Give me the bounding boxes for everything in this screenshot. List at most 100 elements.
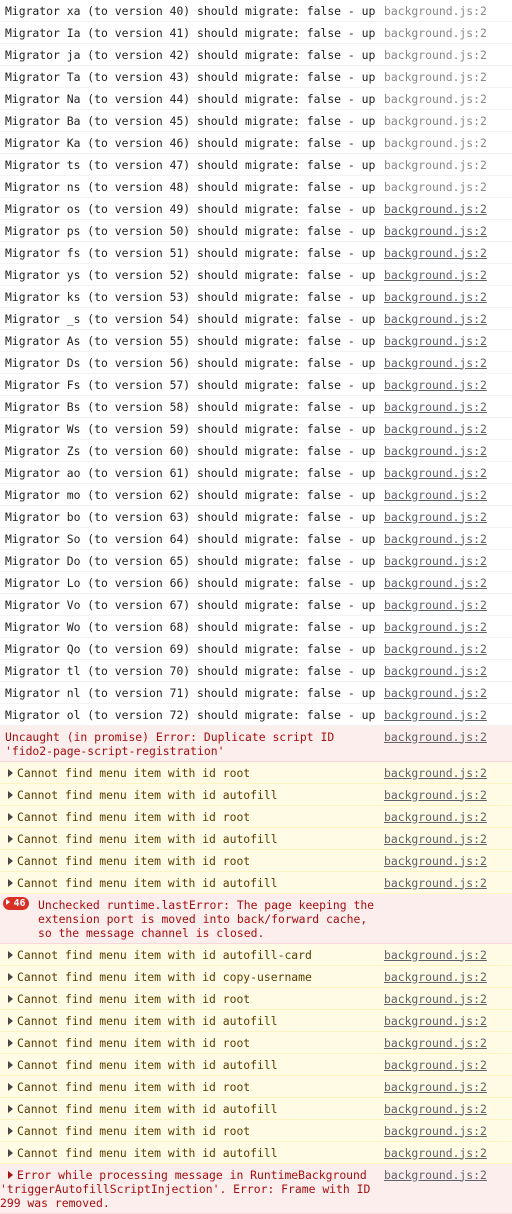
- expand-triangle-icon[interactable]: [8, 856, 13, 865]
- console-message-warning[interactable]: Cannot find menu item with id autofill ba…: [0, 872, 512, 894]
- source-link[interactable]: background.js:2: [384, 708, 487, 722]
- source-link[interactable]: background.js:2: [384, 948, 487, 962]
- message-text: Migrator ol (to version 72) should migra…: [0, 708, 380, 722]
- expand-triangle-icon[interactable]: [8, 1082, 13, 1091]
- expand-triangle-icon[interactable]: [8, 834, 13, 843]
- expand-triangle-icon[interactable]: [8, 812, 13, 821]
- source-link[interactable]: background.js:2: [384, 26, 487, 40]
- source-link[interactable]: background.js:2: [384, 422, 487, 436]
- source-link[interactable]: background.js:2: [384, 532, 487, 546]
- source-link[interactable]: background.js:2: [384, 290, 487, 304]
- source-link[interactable]: background.js:2: [384, 1014, 487, 1028]
- source-link[interactable]: background.js:2: [384, 788, 487, 802]
- console-message-warning[interactable]: Cannot find menu item with id autofill ba…: [0, 784, 512, 806]
- console-message-warning[interactable]: Cannot find menu item with id autofill ba…: [0, 1054, 512, 1076]
- source-link[interactable]: background.js:2: [384, 1102, 487, 1116]
- source-link[interactable]: background.js:2: [384, 832, 487, 846]
- source-link[interactable]: background.js:2: [384, 268, 487, 282]
- expand-triangle-icon[interactable]: [8, 878, 13, 887]
- message-text: Cannot find menu item with id root: [0, 854, 380, 868]
- source-link[interactable]: background.js:2: [384, 1124, 487, 1138]
- console-message-warning[interactable]: Cannot find menu item with id autofill ba…: [0, 828, 512, 850]
- expand-triangle-icon[interactable]: [8, 972, 13, 981]
- source-link[interactable]: background.js:2: [384, 1036, 487, 1050]
- message-text: Error while processing message in Runtim…: [0, 1168, 380, 1210]
- source-link[interactable]: background.js:2: [384, 1168, 487, 1182]
- source-link[interactable]: background.js:2: [384, 510, 487, 524]
- source-link[interactable]: background.js:2: [384, 664, 487, 678]
- console-message-warning[interactable]: Cannot find menu item with id copy-usern…: [0, 966, 512, 988]
- source-link[interactable]: background.js:2: [384, 246, 487, 260]
- expand-triangle-icon[interactable]: [8, 1016, 13, 1025]
- source-link[interactable]: background.js:2: [384, 488, 487, 502]
- console-message-warning[interactable]: Cannot find menu item with id autofill ba…: [0, 1010, 512, 1032]
- message-text: Migrator Ws (to version 59) should migra…: [0, 422, 380, 436]
- source-link[interactable]: background.js:2: [384, 466, 487, 480]
- source-link[interactable]: background.js:2: [384, 400, 487, 414]
- source-link[interactable]: background.js:2: [384, 970, 487, 984]
- message-text: Migrator As (to version 55) should migra…: [0, 334, 380, 348]
- source-link[interactable]: background.js:2: [384, 730, 487, 744]
- expand-triangle-icon[interactable]: [8, 1126, 13, 1135]
- console-message-warning[interactable]: Cannot find menu item with id autofill ba…: [0, 1142, 512, 1164]
- console-message-error[interactable]: Error while processing message in Runtim…: [0, 1164, 512, 1214]
- source-link[interactable]: background.js:2: [384, 992, 487, 1006]
- source-link[interactable]: background.js:2: [384, 576, 487, 590]
- source-link[interactable]: background.js:2: [384, 48, 487, 62]
- source-link[interactable]: background.js:2: [384, 444, 487, 458]
- expand-triangle-icon[interactable]: [8, 1060, 13, 1069]
- console-message-warning[interactable]: Cannot find menu item with id root backgr…: [0, 988, 512, 1010]
- console-message-warning[interactable]: Cannot find menu item with id root backgr…: [0, 762, 512, 784]
- message-body: Cannot find menu item with id autofill: [17, 1101, 278, 1116]
- source-link[interactable]: background.js:2: [384, 312, 487, 326]
- source-link[interactable]: background.js:2: [384, 1080, 487, 1094]
- source-link[interactable]: background.js:2: [384, 554, 487, 568]
- console-message-warning[interactable]: Cannot find menu item with id root backgr…: [0, 1032, 512, 1054]
- source-link[interactable]: background.js:2: [384, 854, 487, 868]
- message-body: Cannot find menu item with id root: [17, 809, 251, 824]
- console-message-warning[interactable]: Cannot find menu item with id autofill ba…: [0, 1098, 512, 1120]
- source-link[interactable]: background.js:2: [384, 202, 487, 216]
- message-body: Cannot find menu item with id root: [17, 1123, 251, 1138]
- source-link[interactable]: background.js:2: [384, 4, 487, 18]
- source-link[interactable]: background.js:2: [384, 1058, 487, 1072]
- source-link[interactable]: background.js:2: [384, 686, 487, 700]
- source-link[interactable]: background.js:2: [384, 158, 487, 172]
- source-link[interactable]: background.js:2: [384, 766, 487, 780]
- message-text: Cannot find menu item with id autofill-c…: [0, 948, 380, 962]
- source-link[interactable]: background.js:2: [384, 70, 487, 84]
- message-text: Cannot find menu item with id root: [0, 766, 380, 780]
- source-link[interactable]: background.js:2: [384, 810, 487, 824]
- source-link[interactable]: background.js:2: [384, 224, 487, 238]
- source-link[interactable]: background.js:2: [384, 876, 487, 890]
- expand-triangle-icon[interactable]: [8, 994, 13, 1003]
- source-link[interactable]: background.js:2: [384, 598, 487, 612]
- console-message-warning[interactable]: Cannot find menu item with id root backgr…: [0, 850, 512, 872]
- source-link[interactable]: background.js:2: [384, 92, 487, 106]
- expand-triangle-icon[interactable]: [8, 768, 13, 777]
- source-link[interactable]: background.js:2: [384, 114, 487, 128]
- source-link[interactable]: background.js:2: [384, 642, 487, 656]
- expand-triangle-icon[interactable]: [8, 950, 13, 959]
- source-link[interactable]: background.js:2: [384, 1146, 487, 1160]
- source-link[interactable]: background.js:2: [384, 378, 487, 392]
- expand-triangle-icon[interactable]: [6, 899, 11, 905]
- source-link[interactable]: background.js:2: [384, 136, 487, 150]
- source-link[interactable]: background.js:2: [384, 334, 487, 348]
- console-message-log: Migrator Bs (to version 58) should migra…: [0, 396, 512, 418]
- source-link[interactable]: background.js:2: [384, 620, 487, 634]
- expand-triangle-icon[interactable]: [8, 1104, 13, 1113]
- console-message-warning[interactable]: Cannot find menu item with id root backgr…: [0, 806, 512, 828]
- source-link[interactable]: background.js:2: [384, 356, 487, 370]
- message-body: Cannot find menu item with id autofill: [17, 1145, 278, 1160]
- message-body: Migrator ts (to version 47) should migra…: [5, 157, 376, 172]
- expand-triangle-icon[interactable]: [8, 1038, 13, 1047]
- source-link[interactable]: background.js:2: [384, 180, 487, 194]
- console-message-warning[interactable]: Cannot find menu item with id root backgr…: [0, 1076, 512, 1098]
- console-message-warning[interactable]: Cannot find menu item with id root backgr…: [0, 1120, 512, 1142]
- message-text: Cannot find menu item with id autofill: [0, 1058, 380, 1072]
- console-message-warning[interactable]: Cannot find menu item with id autofill-c…: [0, 944, 512, 966]
- expand-triangle-icon[interactable]: [8, 1148, 13, 1157]
- expand-triangle-icon[interactable]: [8, 1170, 13, 1179]
- expand-triangle-icon[interactable]: [8, 790, 13, 799]
